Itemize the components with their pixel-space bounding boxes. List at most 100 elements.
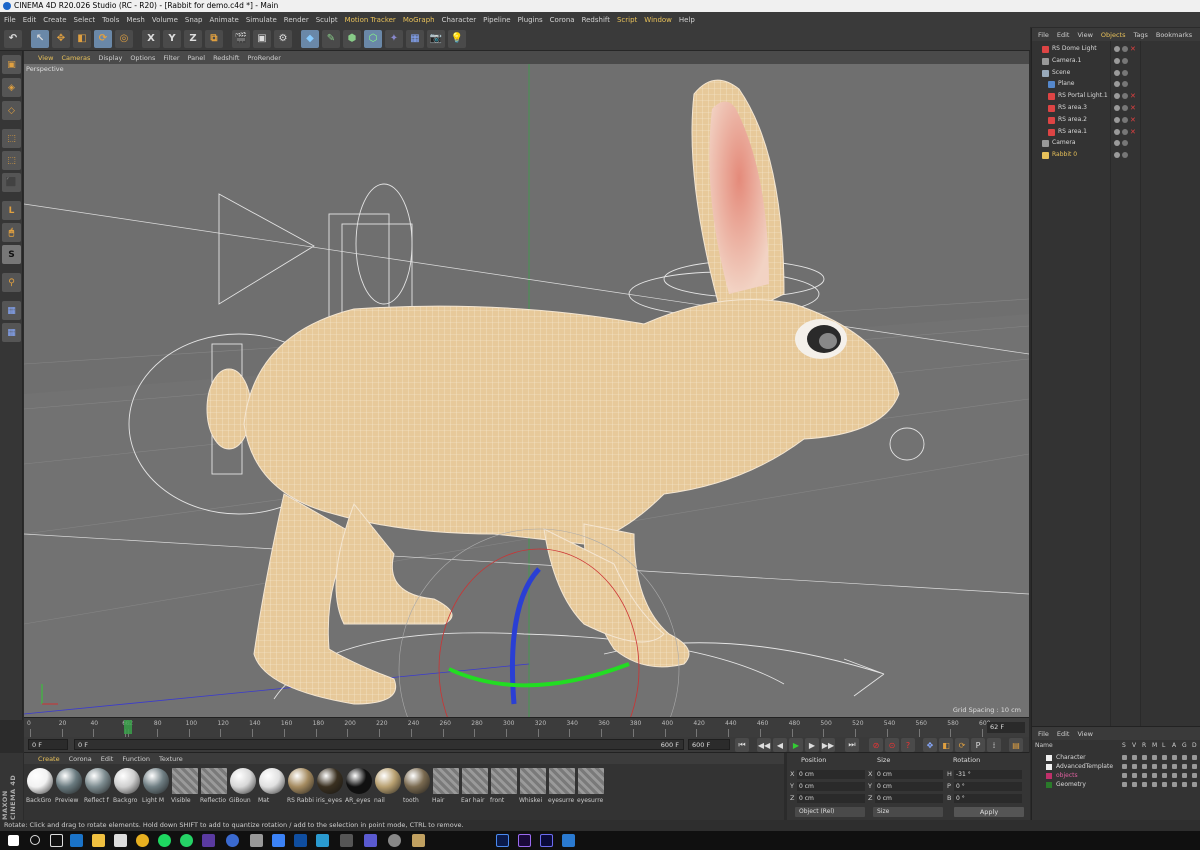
floor-icon[interactable]: ▦ [406, 29, 424, 48]
layer-toggle-icon[interactable] [1162, 773, 1167, 778]
render-dot-icon[interactable] [1122, 128, 1128, 135]
object-row[interactable]: RS area.1 ✕ [1032, 126, 1200, 138]
position-x-field[interactable]: 0 cm [797, 770, 865, 779]
layer-toggle-icon[interactable] [1122, 764, 1127, 769]
menu-script[interactable]: Script [617, 16, 637, 24]
viewport-menu-view[interactable]: View [38, 54, 53, 62]
menu-pipeline[interactable]: Pipeline [483, 16, 510, 24]
whatsapp-icon[interactable] [180, 834, 193, 847]
app-icon-light-blue[interactable] [562, 834, 575, 847]
material-thumbnail[interactable]: Reflect f [84, 768, 112, 810]
object-menu-tags[interactable]: Tags [1133, 31, 1147, 39]
rotation-p-field[interactable]: 0 ° [954, 782, 1022, 791]
size-x-field[interactable]: 0 cm [875, 770, 943, 779]
outlook-icon[interactable] [294, 834, 307, 847]
app-icon-gray[interactable] [250, 834, 263, 847]
next-key-icon[interactable]: ▶▶ [821, 738, 835, 752]
visibility-dot-icon[interactable] [1114, 93, 1120, 100]
object-menu-file[interactable]: File [1038, 31, 1049, 39]
visibility-dot-icon[interactable] [1114, 105, 1120, 111]
rotation-b-field[interactable]: 0 ° [954, 794, 1022, 803]
visibility-dot-icon[interactable] [1114, 140, 1120, 147]
position-y-field[interactable]: 0 cm [797, 782, 865, 791]
viewport-menu-options[interactable]: Options [130, 54, 155, 62]
viewport-menu-display[interactable]: Display [98, 54, 122, 62]
pen-icon[interactable]: ✎ [322, 29, 340, 48]
material-thumbnail[interactable]: Mat [258, 768, 286, 810]
viewport-scene[interactable] [24, 64, 1029, 717]
undo-icon[interactable]: ↶ [4, 29, 22, 48]
menu-mograph[interactable]: MoGraph [403, 16, 435, 24]
position-z-field[interactable]: 0 cm [797, 794, 865, 803]
object-row[interactable]: RS Portal Light.1 ✕ [1032, 90, 1200, 102]
menu-simulate[interactable]: Simulate [246, 16, 277, 24]
layer-toggle-icon[interactable] [1182, 782, 1187, 787]
world-coordinates-icon[interactable]: ⧉ [205, 29, 223, 48]
solo-layer-icon[interactable]: ▦ [2, 301, 21, 320]
disabled-x-icon[interactable]: ✕ [1130, 90, 1136, 102]
polygons-mode-icon[interactable]: ⬛ [2, 173, 21, 192]
layer-toggle-icon[interactable] [1122, 782, 1127, 787]
object-row[interactable]: Camera.1 [1032, 55, 1200, 67]
menu-redshift[interactable]: Redshift [582, 16, 610, 24]
menu-corona[interactable]: Corona [550, 16, 575, 24]
layer-toggle-icon[interactable] [1152, 773, 1157, 778]
layer-menu-edit[interactable]: Edit [1057, 730, 1070, 738]
object-row[interactable]: RS area.2 ✕ [1032, 114, 1200, 126]
menu-window[interactable]: Window [644, 16, 672, 24]
search-icon[interactable] [30, 835, 40, 845]
photoshop-icon[interactable] [496, 834, 509, 847]
layer-toggle-icon[interactable] [1172, 773, 1177, 778]
end-frame-field[interactable]: 600 F [688, 739, 730, 750]
keyframe-selection-icon[interactable]: ? [901, 738, 915, 752]
media-encoder-icon[interactable] [540, 834, 553, 847]
menu-sculpt[interactable]: Sculpt [316, 16, 338, 24]
material-thumbnail[interactable]: nail [374, 768, 402, 810]
disabled-x-icon[interactable]: ✕ [1130, 114, 1136, 126]
material-thumbnail[interactable]: Reflectio [200, 768, 228, 810]
layer-toggle-icon[interactable] [1172, 755, 1177, 760]
material-thumbnail[interactable]: BackGro [26, 768, 54, 810]
windows-start-icon[interactable] [8, 835, 19, 846]
object-row[interactable]: Rabbit 0 [1032, 149, 1200, 161]
after-effects-icon[interactable] [518, 834, 531, 847]
layer-toggle-icon[interactable] [1142, 764, 1147, 769]
layer-color-swatch[interactable] [1046, 755, 1052, 761]
layer-color-swatch[interactable] [1046, 773, 1052, 779]
recent-tools-icon[interactable]: ◎ [115, 29, 133, 48]
timeline-playhead[interactable] [124, 720, 133, 734]
preview-range-slider[interactable]: 0 F 600 F [74, 739, 684, 750]
move-icon[interactable]: ✥ [52, 29, 70, 48]
material-menu-corona[interactable]: Corona [69, 755, 92, 763]
tweak-mode-icon[interactable]: 🖱 [2, 223, 21, 242]
disabled-x-icon[interactable]: ✕ [1130, 43, 1136, 55]
render-dot-icon[interactable] [1122, 116, 1128, 123]
object-row[interactable]: RS area.3 ✕ [1032, 102, 1200, 114]
render-dot-icon[interactable] [1122, 93, 1128, 100]
render-dot-icon[interactable] [1122, 105, 1128, 111]
task-view-icon[interactable] [50, 834, 63, 847]
object-menu-bookmarks[interactable]: Bookmarks [1156, 31, 1192, 39]
menu-render[interactable]: Render [284, 16, 309, 24]
material-thumbnail[interactable]: Preview [55, 768, 83, 810]
layer-toggle-icon[interactable] [1132, 764, 1137, 769]
layer-toggle-icon[interactable] [1152, 782, 1157, 787]
object-menu-objects[interactable]: Objects [1101, 31, 1126, 39]
layer-toggle-icon[interactable] [1192, 755, 1197, 760]
prev-key-icon[interactable]: ◀◀ [757, 738, 771, 752]
layer-row[interactable]: objects [1032, 771, 1200, 780]
menu-create[interactable]: Create [43, 16, 66, 24]
menu-file[interactable]: File [4, 16, 16, 24]
layer-toggle-icon[interactable] [1172, 764, 1177, 769]
material-menu-texture[interactable]: Texture [159, 755, 183, 763]
material-thumbnail[interactable]: eyesurre [577, 768, 605, 810]
render-dot-icon[interactable] [1122, 46, 1128, 52]
layer-toggle-icon[interactable] [1162, 782, 1167, 787]
disabled-x-icon[interactable]: ✕ [1130, 126, 1136, 138]
render-picture-viewer-icon[interactable]: ▣ [253, 29, 271, 48]
layer-toggle-icon[interactable] [1162, 764, 1167, 769]
object-row[interactable]: Scene [1032, 67, 1200, 79]
material-thumbnail[interactable]: front [490, 768, 518, 810]
menu-select[interactable]: Select [74, 16, 96, 24]
layer-toggle-icon[interactable] [1182, 764, 1187, 769]
